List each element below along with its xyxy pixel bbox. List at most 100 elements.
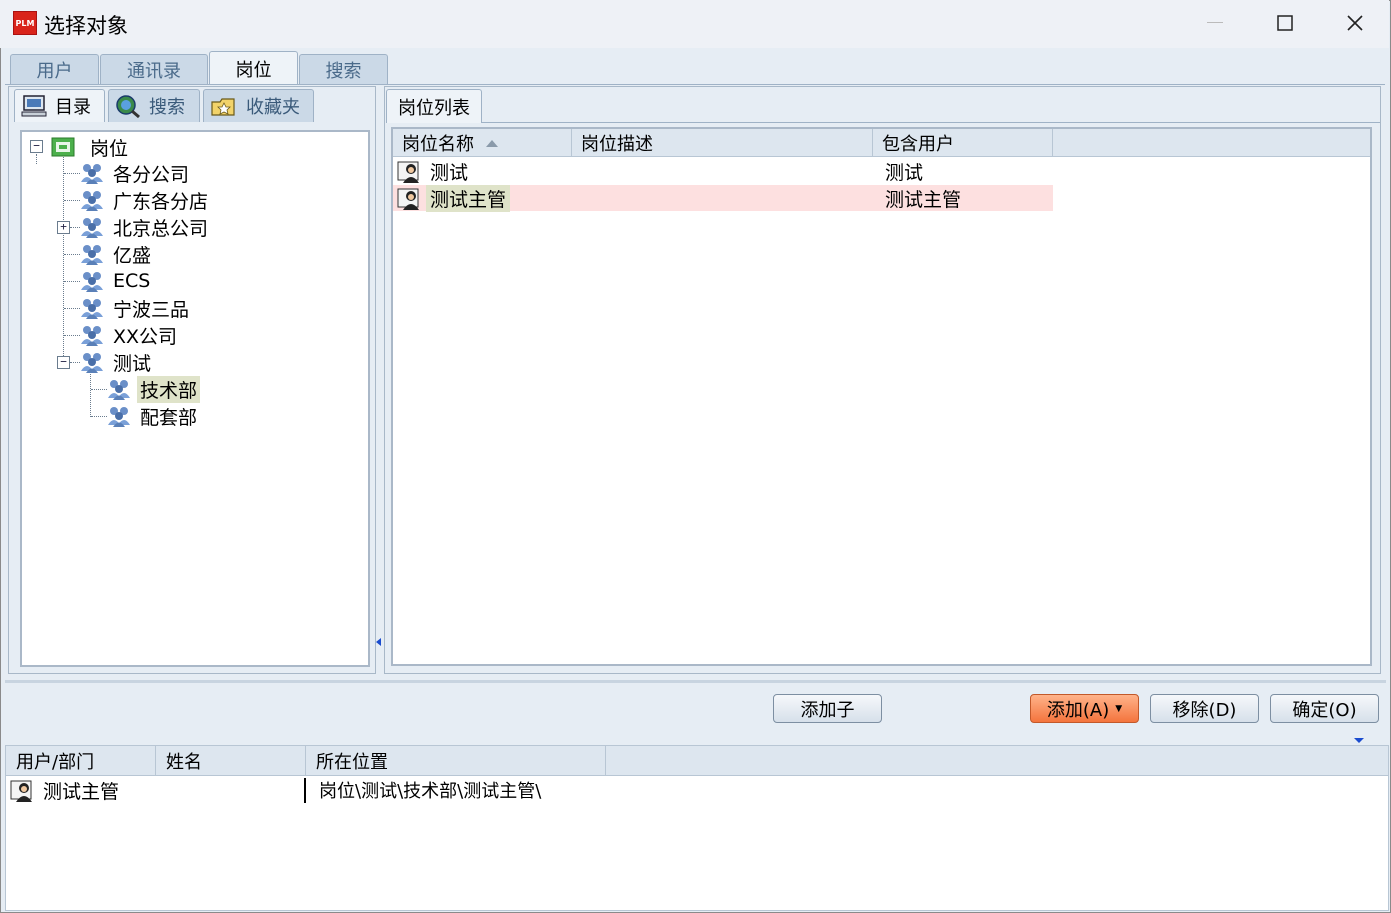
- dropdown-arrow-icon: ▼: [1115, 703, 1123, 714]
- globe-search-icon: [116, 95, 140, 118]
- tree-connector: [64, 200, 80, 201]
- tree-node-dept[interactable]: XX公司: [79, 322, 180, 348]
- tree-node-label: 广东各分店: [113, 190, 209, 213]
- collapse-down-arrow-icon[interactable]: [1354, 738, 1364, 743]
- tab-search[interactable]: 搜索: [299, 54, 388, 84]
- table-row[interactable]: 测试主管 岗位\测试\技术部\测试主管\: [10, 777, 710, 803]
- column-header-position-name[interactable]: 岗位名称: [393, 129, 572, 157]
- tree-collapse-toggle[interactable]: −: [57, 356, 70, 369]
- group-icon: [81, 272, 103, 292]
- sort-ascending-icon: [486, 139, 498, 147]
- cell-users: 测试: [885, 161, 924, 184]
- tree-node-label: ECS: [113, 270, 151, 292]
- tree-connector: [63, 157, 64, 362]
- column-resize-cursor: [304, 778, 306, 803]
- minimize-button[interactable]: [1180, 0, 1250, 46]
- tree-node-root[interactable]: 岗位: [51, 134, 131, 160]
- tree-node-label: 北京总公司: [113, 217, 209, 240]
- splitter-collapse-arrow-icon[interactable]: [376, 638, 381, 646]
- subtab-search-label: 搜索: [149, 97, 185, 118]
- selected-table-header: 用户/部门 姓名 所在位置: [6, 746, 1388, 776]
- group-icon: [81, 299, 103, 319]
- table-row-highlighted[interactable]: 测试主管 测试主管: [393, 184, 1053, 212]
- tree-connector: [64, 173, 80, 174]
- group-icon: [81, 326, 103, 346]
- tree-node-dept-selected[interactable]: 技术部: [106, 375, 201, 403]
- maximize-button[interactable]: [1250, 0, 1320, 46]
- tab-positions[interactable]: 岗位: [209, 51, 298, 85]
- group-icon: [81, 353, 103, 373]
- subtab-favorites[interactable]: 收藏夹: [203, 89, 314, 122]
- subtab-search[interactable]: 搜索: [108, 89, 200, 122]
- tree-node-label: 宁波三品: [113, 298, 190, 321]
- tree-collapse-toggle[interactable]: −: [30, 140, 43, 153]
- tree-node-dept[interactable]: 测试: [79, 349, 154, 375]
- cell-location: 岗位\测试\技术部\测试主管\: [319, 781, 542, 802]
- subtab-favorites-label: 收藏夹: [246, 97, 300, 118]
- remove-button[interactable]: 移除(D): [1150, 694, 1259, 723]
- plm-logo: PLM: [13, 11, 37, 35]
- column-header-label: 岗位名称: [402, 134, 474, 155]
- tree-node-dept[interactable]: 配套部: [106, 403, 200, 429]
- tree-connector: [64, 254, 80, 255]
- position-table-header: 岗位名称 岗位描述 包含用户: [393, 129, 1370, 157]
- add-child-button[interactable]: 添加子: [773, 694, 882, 723]
- tree-node-label: XX公司: [113, 325, 178, 348]
- position-root-icon: [51, 137, 75, 157]
- tree-node-label: 配套部: [140, 406, 198, 429]
- cell-position-name: 测试: [430, 161, 469, 184]
- tree-connector: [91, 416, 107, 417]
- tree-node-dept[interactable]: 宁波三品: [79, 295, 192, 321]
- tab-address-book[interactable]: 通讯录: [100, 54, 208, 84]
- user-icon: [397, 161, 419, 183]
- tree-connector: [64, 281, 80, 282]
- column-header-name[interactable]: 姓名: [156, 746, 306, 776]
- close-button[interactable]: [1320, 0, 1390, 46]
- cell-position-name: 测试主管: [426, 184, 511, 212]
- column-header-user-dept[interactable]: 用户/部门: [6, 746, 156, 776]
- tree-node-dept[interactable]: 北京总公司: [79, 214, 211, 240]
- cell-users: 测试主管: [885, 188, 962, 211]
- tree-node-dept[interactable]: 亿盛: [79, 241, 154, 267]
- folder-star-icon: [211, 98, 235, 116]
- column-header-users[interactable]: 包含用户: [873, 129, 1053, 157]
- group-icon: [81, 191, 103, 211]
- maximize-icon: [1277, 15, 1293, 31]
- tree-node-label: 岗位: [90, 137, 129, 160]
- column-header-label: 包含用户: [882, 134, 954, 155]
- add-button-label: 添加(A): [1046, 699, 1110, 721]
- group-icon: [81, 245, 103, 265]
- tree-node-label: 各分公司: [113, 163, 190, 186]
- computer-icon: [21, 95, 47, 117]
- tree-connector: [91, 389, 107, 390]
- cell-user: 测试主管: [43, 780, 120, 803]
- tree-node-dept[interactable]: 各分公司: [79, 160, 192, 186]
- window-title: 选择对象: [44, 14, 128, 38]
- tree-node-label: 测试: [113, 352, 152, 375]
- subtab-directory-label: 目录: [55, 97, 91, 118]
- add-button[interactable]: 添加(A) ▼: [1030, 694, 1139, 723]
- subtab-directory[interactable]: 目录: [14, 89, 105, 122]
- tree-expand-toggle[interactable]: +: [57, 221, 70, 234]
- user-icon: [10, 780, 32, 802]
- tree-node-dept[interactable]: 广东各分店: [79, 187, 211, 213]
- column-header-label: 岗位描述: [581, 134, 653, 155]
- tab-divider: [482, 122, 1380, 123]
- tree-node-dept[interactable]: ECS: [79, 268, 153, 294]
- group-icon: [108, 380, 130, 400]
- tree-node-label: 技术部: [137, 375, 201, 403]
- minimize-icon: [1207, 22, 1223, 23]
- tab-users[interactable]: 用户: [10, 54, 99, 84]
- tree-node-label: 亿盛: [113, 244, 152, 267]
- group-icon: [108, 407, 130, 427]
- table-row[interactable]: 测试 测试: [393, 158, 1053, 184]
- tree-connector: [36, 154, 37, 164]
- group-icon: [81, 164, 103, 184]
- divider: [5, 680, 1386, 683]
- tab-divider: [5, 84, 1385, 85]
- group-icon: [81, 218, 103, 238]
- column-header-location[interactable]: 所在位置: [306, 746, 606, 776]
- tab-position-list[interactable]: 岗位列表: [386, 89, 482, 123]
- ok-button[interactable]: 确定(O): [1270, 694, 1379, 723]
- column-header-position-desc[interactable]: 岗位描述: [572, 129, 873, 157]
